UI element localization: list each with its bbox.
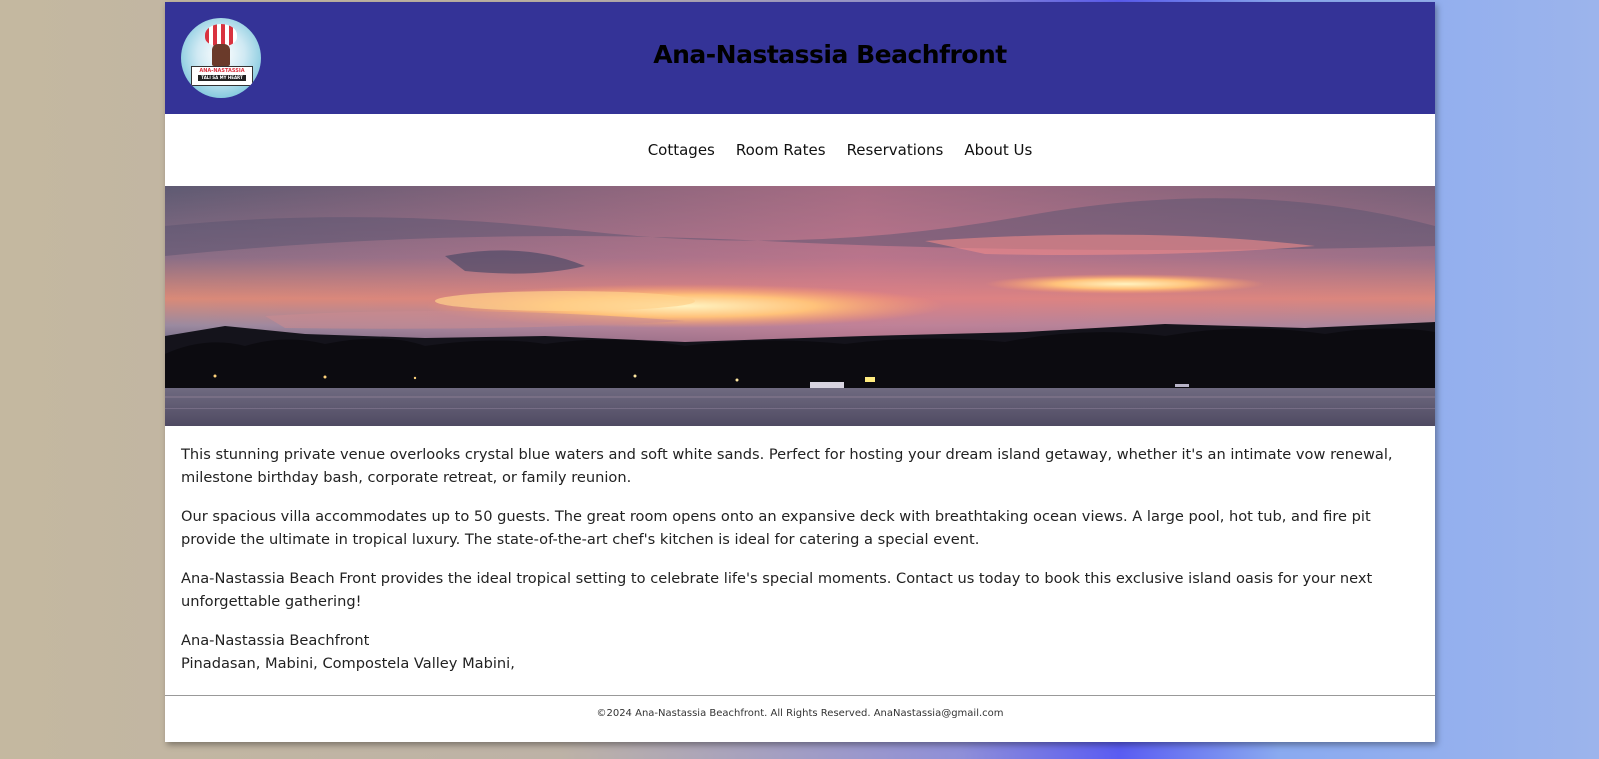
footer-copyright: ©2024 Ana-Nastassia Beachfront. All Righ…	[596, 708, 1004, 719]
intro-paragraph: This stunning private venue overlooks cr…	[181, 446, 1393, 486]
nav-reservations[interactable]: Reservations	[847, 141, 944, 159]
nav-room-rates[interactable]: Room Rates	[736, 141, 826, 159]
contact-paragraph: Ana-Nastassia Beach Front provides the i…	[181, 570, 1373, 610]
page-container: ANA-NASTASSIA TALI SA MY HEART Ana-Nasta…	[165, 2, 1435, 742]
address-name: Ana-Nastassia Beachfront	[181, 632, 370, 649]
nav-cottages[interactable]: Cottages	[648, 141, 715, 159]
address-location: Pinadasan, Mabini, Compostela Valley Mab…	[181, 655, 515, 672]
logo-banner: ANA-NASTASSIA TALI SA MY HEART	[191, 66, 253, 86]
main-content: This stunning private venue overlooks cr…	[165, 426, 1435, 675]
sunset-image-graphic	[165, 186, 1435, 426]
main-nav: Cottages Room Rates Reservations About U…	[165, 114, 1435, 186]
site-header: ANA-NASTASSIA TALI SA MY HEART Ana-Nasta…	[165, 2, 1435, 114]
hero-sunset-image	[165, 186, 1435, 426]
nav-about-us[interactable]: About Us	[964, 141, 1032, 159]
site-title: Ana-Nastassia Beachfront	[653, 40, 1007, 69]
logo-subtext: TALI SA MY HEART	[198, 75, 246, 81]
address-block: Ana-Nastassia Beachfront Pinadasan, Mabi…	[181, 629, 1419, 675]
villa-paragraph: Our spacious villa accommodates up to 50…	[181, 508, 1371, 548]
site-footer: ©2024 Ana-Nastassia Beachfront. All Righ…	[165, 695, 1435, 748]
